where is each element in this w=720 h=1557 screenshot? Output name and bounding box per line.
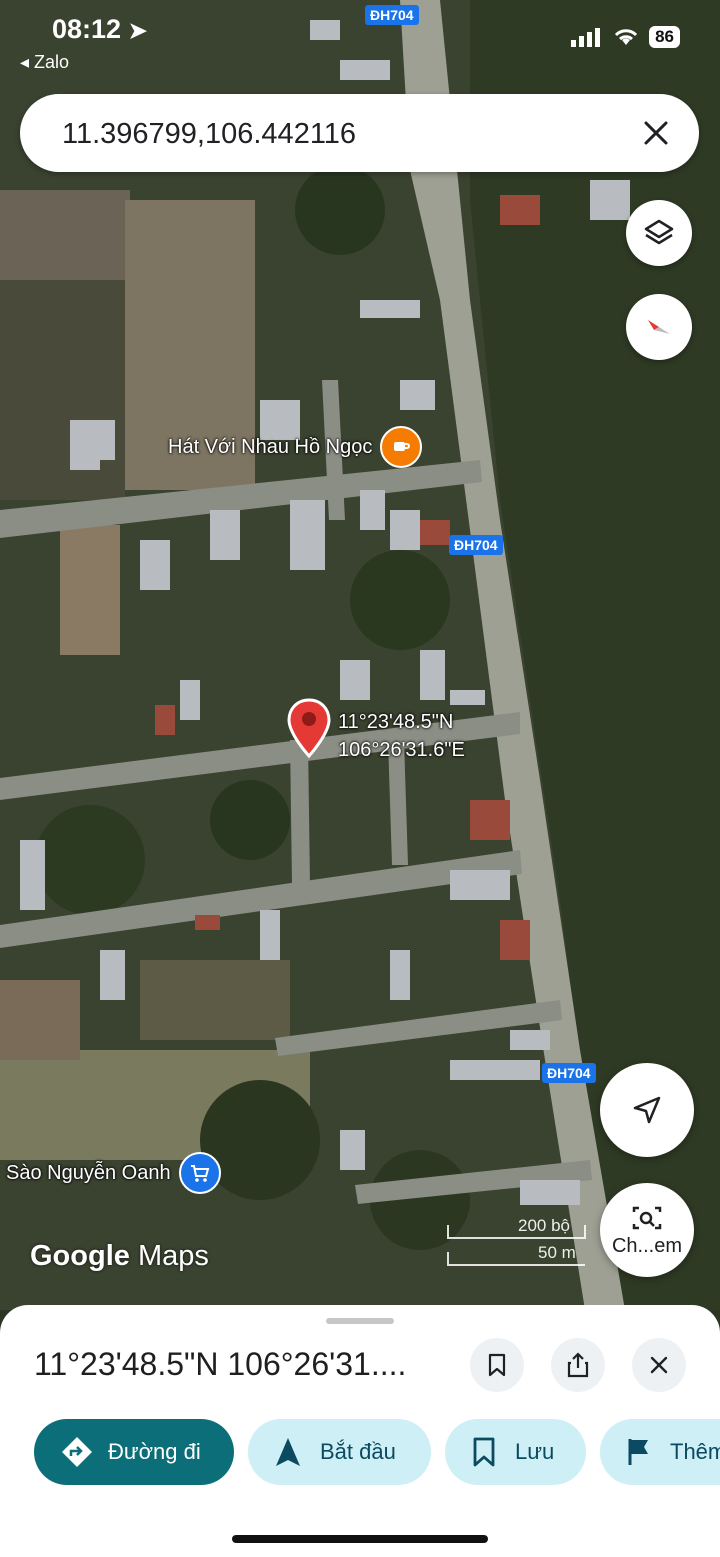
share-button[interactable] [551, 1338, 605, 1392]
close-icon[interactable] [637, 114, 675, 152]
scale-metric: 50 m [538, 1243, 576, 1262]
battery-indicator: 86 [649, 26, 680, 48]
sheet-drag-handle[interactable] [326, 1318, 394, 1324]
road-tag: ĐH704 [365, 5, 419, 25]
start-button[interactable]: Bắt đầu [248, 1419, 431, 1485]
status-icons: 86 [571, 26, 680, 48]
place-marker-shop[interactable]: Sào Nguyễn Oanh [6, 1152, 221, 1194]
search-input[interactable] [60, 111, 604, 157]
save-button[interactable] [470, 1338, 524, 1392]
place-label: Sào Nguyễn Oanh [6, 1161, 171, 1184]
save-label: Lưu [515, 1439, 555, 1464]
pin-latitude: 11°23'48.5"N [338, 711, 454, 733]
my-location-button[interactable] [600, 1063, 694, 1157]
place-title: 11°23'48.5"N 106°26'31.... [34, 1346, 407, 1382]
compass-icon [648, 320, 670, 334]
start-label: Bắt đầu [320, 1439, 396, 1464]
cafe-icon [380, 426, 423, 468]
place-label: Hát Với Nhau Hồ Ngọc [168, 435, 373, 458]
road-tag: ĐH704 [449, 535, 503, 555]
place-marker-cafe[interactable]: Hát Với Nhau Hồ Ngọc [168, 426, 423, 468]
scale-imperial: 200 bộ [518, 1216, 570, 1235]
wifi-icon [615, 29, 638, 45]
layers-button[interactable] [626, 200, 692, 266]
share-icon [567, 1352, 589, 1378]
flag-icon [628, 1439, 648, 1465]
directions-button[interactable]: Đường đi [34, 1419, 234, 1485]
navigation-arrow-icon [633, 1096, 661, 1124]
close-sheet-button[interactable] [632, 1338, 686, 1392]
close-icon [650, 1356, 668, 1374]
camera-search-icon [632, 1206, 662, 1229]
navigation-arrow-icon [276, 1438, 300, 1466]
pin-coordinate-label: 11°23'48.5"N 106°26'31.6"E [338, 708, 465, 764]
road-tag: ĐH704 [542, 1063, 596, 1083]
bookmark-icon [473, 1437, 495, 1467]
location-pin-icon[interactable] [286, 698, 332, 765]
shopping-cart-icon [178, 1152, 221, 1194]
back-to-app[interactable]: ◂ Zalo [20, 52, 69, 73]
directions-label: Đường đi [108, 1439, 201, 1464]
save-chip[interactable]: Lưu [445, 1419, 586, 1485]
search-bar[interactable] [20, 94, 699, 172]
more-chip[interactable]: Thêm [600, 1419, 720, 1485]
google-maps-logo: Google Maps [30, 1240, 209, 1272]
compass-button[interactable] [626, 294, 692, 360]
pin-longitude: 106°26'31.6"E [338, 739, 465, 761]
layers-icon [644, 219, 674, 245]
home-indicator[interactable] [232, 1535, 488, 1543]
lens-label: Ch...em [611, 1234, 683, 1257]
lens-button[interactable]: Ch...em [600, 1183, 694, 1277]
bookmark-icon [488, 1353, 506, 1377]
directions-icon [62, 1437, 92, 1467]
signal-icon [571, 28, 601, 47]
more-label: Thêm [670, 1439, 720, 1464]
more-chip-clip: Thêm [600, 1419, 720, 1485]
status-time: 08:12 ➤ [52, 14, 148, 44]
